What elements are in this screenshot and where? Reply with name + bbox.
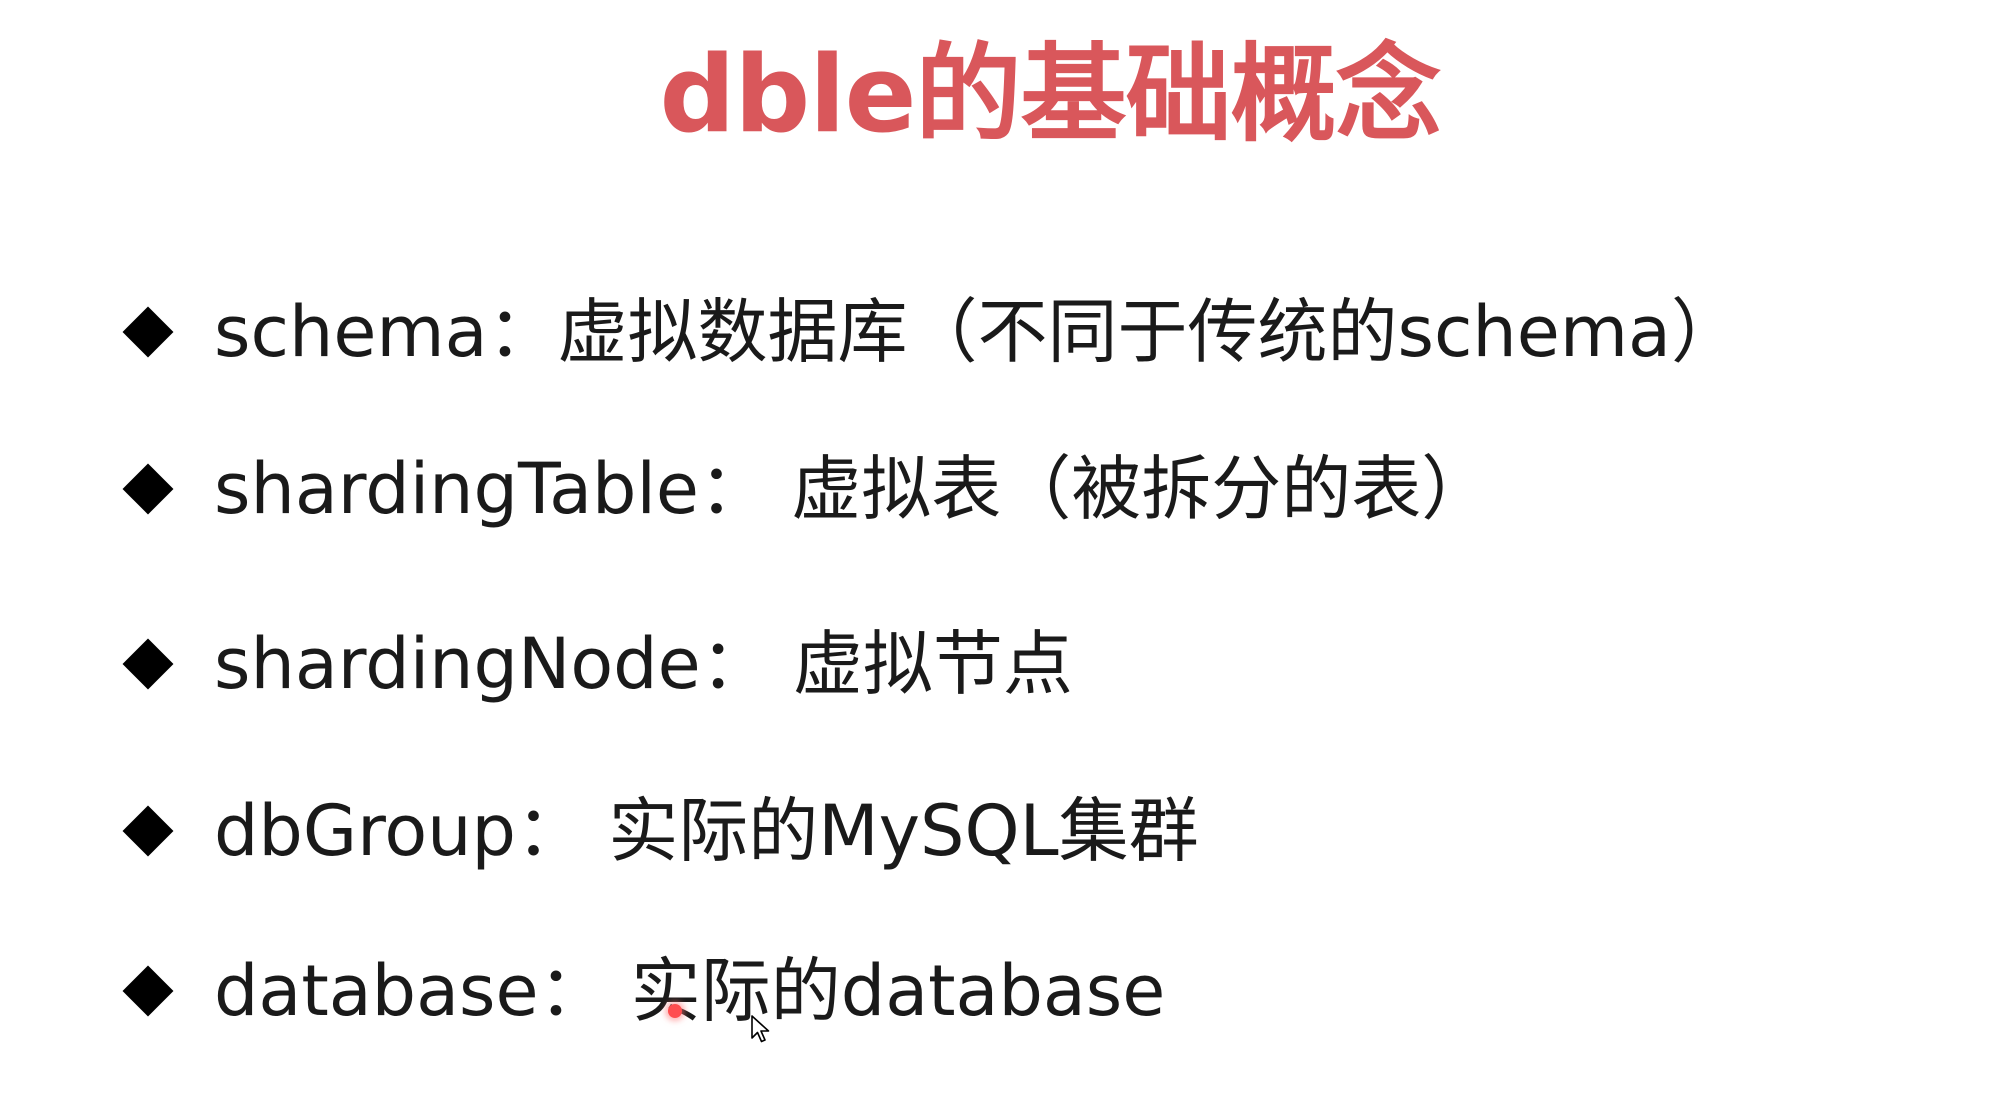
mouse-pointer-icon [751, 1015, 770, 1043]
diamond-bullet-icon [122, 805, 174, 857]
bullet-item-schema: schema：虚拟数据库（不同于传统的schema） [120, 282, 1820, 382]
click-highlight-icon [668, 1004, 682, 1018]
concept-bullet-list: schema：虚拟数据库（不同于传统的schema） shardingTable… [0, 0, 2012, 1094]
diamond-bullet-icon [122, 306, 174, 358]
diamond-bullet-icon [122, 638, 174, 690]
bullet-item-sharding-node: shardingNode： 虚拟节点 [120, 614, 1820, 714]
presentation-slide: dble的基础概念 schema：虚拟数据库（不同于传统的schema） sha… [0, 0, 2012, 1094]
diamond-bullet-icon [122, 463, 174, 515]
bullet-text: schema：虚拟数据库（不同于传统的schema） [214, 291, 1741, 373]
bullet-item-sharding-table: shardingTable： 虚拟表（被拆分的表） [120, 439, 1820, 539]
bullet-item-database: database： 实际的database [120, 941, 1820, 1041]
bullet-text: dbGroup： 实际的MySQL集群 [214, 790, 1199, 872]
bullet-text: database： 实际的database [214, 950, 1166, 1032]
bullet-item-db-group: dbGroup： 实际的MySQL集群 [120, 781, 1820, 881]
bullet-text: shardingNode： 虚拟节点 [214, 623, 1073, 705]
bullet-text: shardingTable： 虚拟表（被拆分的表） [214, 448, 1492, 530]
diamond-bullet-icon [122, 965, 174, 1017]
